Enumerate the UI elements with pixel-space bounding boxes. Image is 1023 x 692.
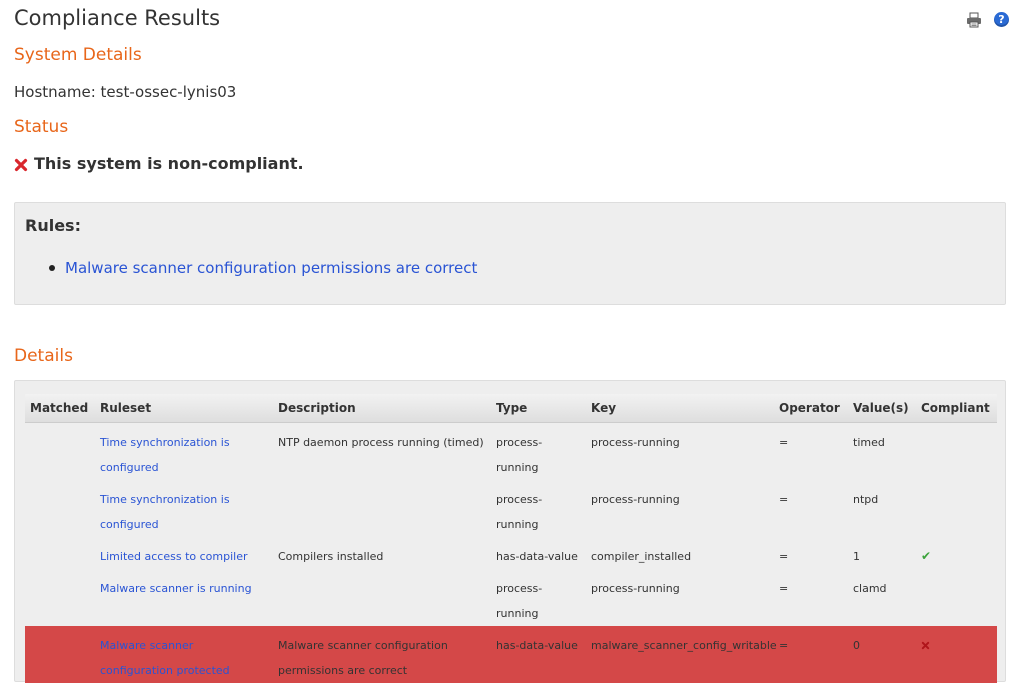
bullet-icon (49, 265, 55, 271)
cell-value: clamd (853, 582, 887, 595)
ruleset-link[interactable]: Time synchronization is configured (100, 436, 230, 474)
cell-description: Malware scanner configuration permission… (273, 626, 491, 683)
cell-type: process-running (496, 436, 543, 474)
system-details-heading: System Details (14, 45, 142, 65)
table-row: Limited access to compiler Compilers ins… (25, 537, 997, 569)
table-row: Time synchronization is configured NTP d… (25, 423, 997, 481)
cell-type: process-running (496, 582, 543, 620)
column-header-description[interactable]: Description (273, 394, 491, 423)
rules-title: Rules: (25, 216, 81, 235)
x-icon (921, 641, 930, 650)
help-icon[interactable]: ? (994, 12, 1009, 27)
column-header-compliant[interactable]: Compliant (916, 394, 997, 423)
cell-ruleset: Limited access to compiler (95, 537, 273, 569)
ruleset-link[interactable]: Time synchronization is configured (100, 493, 230, 531)
cell-compliant (916, 480, 997, 537)
status-message: This system is non-compliant. (34, 154, 304, 173)
rules-panel: Rules: Malware scanner configuration per… (14, 202, 1006, 305)
table-row-failed: Malware scanner configuration protected … (25, 626, 997, 683)
cell-value: timed (853, 436, 885, 449)
cell-matched (25, 423, 95, 481)
column-header-matched[interactable]: Matched (25, 394, 95, 423)
cell-compliant (916, 569, 997, 626)
cell-operator: = (779, 493, 789, 506)
column-header-values[interactable]: Value(s) (848, 394, 916, 423)
cell-type: process-running (496, 493, 543, 531)
cell-matched (25, 626, 95, 683)
cell-value: ntpd (853, 493, 879, 506)
cell-compliant (916, 626, 997, 683)
cell-value: 1 (853, 550, 860, 563)
column-header-type[interactable]: Type (491, 394, 586, 423)
cell-key: process-running (591, 493, 680, 506)
ruleset-link[interactable]: Malware scanner is running (100, 582, 252, 595)
cell-ruleset: Time synchronization is configured (95, 423, 273, 481)
cell-key: malware_scanner_config_writable (586, 626, 777, 683)
hostname: Hostname: test-ossec-lynis03 (14, 83, 236, 101)
cell-operator: = (779, 582, 789, 595)
table-header-row: Matched Ruleset Description Type Key Ope… (25, 394, 997, 423)
cell-description: NTP daemon process running (timed) (278, 436, 484, 449)
rules-list-item: Malware scanner configuration permission… (49, 259, 477, 277)
status-heading: Status (14, 117, 69, 137)
cell-matched (25, 537, 95, 569)
cell-operator: = (774, 626, 848, 683)
cell-matched (25, 569, 95, 626)
cell-ruleset: Time synchronization is configured (95, 480, 273, 537)
hostname-value: test-ossec-lynis03 (100, 83, 237, 101)
ruleset-link[interactable]: Malware scanner configuration protected (100, 639, 230, 677)
print-icon[interactable] (966, 12, 982, 32)
ruleset-link[interactable]: Limited access to compiler (100, 550, 248, 563)
rule-link[interactable]: Malware scanner configuration permission… (65, 259, 477, 277)
cell-operator: = (779, 550, 789, 563)
table-row: Malware scanner is running process-runni… (25, 569, 997, 626)
details-heading: Details (14, 346, 73, 366)
cell-description: Compilers installed (278, 550, 384, 563)
rules-list: Malware scanner configuration permission… (49, 259, 477, 277)
cell-operator: = (779, 436, 789, 449)
column-header-operator[interactable]: Operator (774, 394, 848, 423)
cell-compliant: ✔ (916, 537, 997, 569)
details-panel: Matched Ruleset Description Type Key Ope… (14, 380, 1006, 683)
page-toolbar: ? (966, 12, 1009, 32)
details-table: Matched Ruleset Description Type Key Ope… (25, 394, 997, 683)
column-header-key[interactable]: Key (586, 394, 774, 423)
column-header-ruleset[interactable]: Ruleset (95, 394, 273, 423)
cell-ruleset: Malware scanner is running (95, 569, 273, 626)
page-title: Compliance Results (14, 6, 221, 30)
cell-description (273, 569, 491, 626)
x-icon (14, 158, 28, 172)
cell-ruleset: Malware scanner configuration protected (95, 626, 273, 683)
status-message-line: This system is non-compliant. (14, 154, 304, 173)
cell-key: process-running (591, 582, 680, 595)
check-icon: ✔ (921, 549, 932, 563)
cell-key: process-running (591, 436, 680, 449)
cell-compliant (916, 423, 997, 481)
cell-matched (25, 480, 95, 537)
cell-key: compiler_installed (591, 550, 692, 563)
cell-value: 0 (848, 626, 916, 683)
cell-type: has-data-value (491, 626, 586, 683)
hostname-label: Hostname: (14, 83, 96, 101)
cell-description (273, 480, 491, 537)
cell-type: has-data-value (496, 550, 578, 563)
table-row: Time synchronization is configured proce… (25, 480, 997, 537)
